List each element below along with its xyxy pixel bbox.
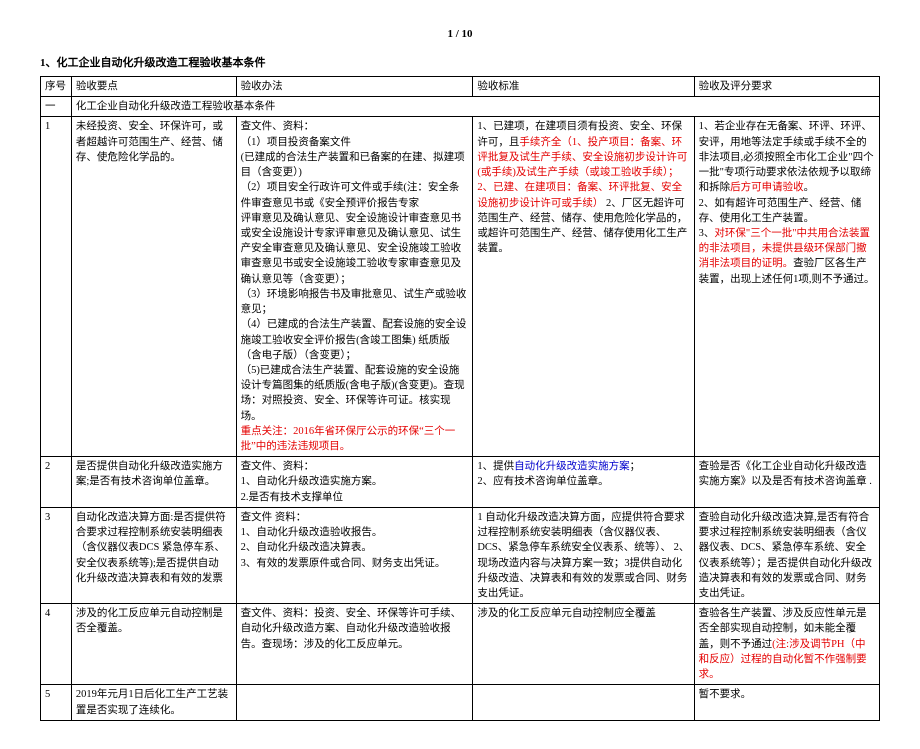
- col-seq: 序号: [41, 77, 72, 97]
- col-point: 验收要点: [71, 77, 236, 97]
- table-row: 1未经投资、安全、环保许可，或者超越许可范围生产、经营、储存、使危险化学品的。查…: [41, 117, 880, 457]
- cell-method: 查文件 资料：1、自动化升级改造验收报告。2、自动化升级改造决算表。3、有效的发…: [236, 507, 473, 603]
- cell-method: 查文件、资料：投资、安全、环保等许可手续、自动化升级改造方案、自动化升级改造验收…: [236, 604, 473, 685]
- cell-req: 查验自动化升级改造决算,是否有符合要求过程控制系统安装明细表（含仪器仪表、DCS…: [694, 507, 879, 603]
- cell-req: 1、若企业存在无备案、环评、环评、安评，用地等法定手续或手续不全的非法项目,必须…: [694, 117, 879, 457]
- section-row: 一 化工企业自动化升级改造工程验收基本条件: [41, 97, 880, 117]
- cell-seq: 3: [41, 507, 72, 603]
- cell-method: [236, 685, 473, 720]
- cell-seq: 2: [41, 457, 72, 508]
- cell-seq: 1: [41, 117, 72, 457]
- cell-point: 2019年元月1日后化工生产工艺装置是否实现了连续化。: [71, 685, 236, 720]
- table-row: 3自动化改造决算方面:是否提供符合要求过程控制系统安装明细表（含仪器仪表DCS …: [41, 507, 880, 603]
- inspection-table: 序号 验收要点 验收办法 验收标准 验收及评分要求 一 化工企业自动化升级改造工…: [40, 76, 880, 721]
- section-title: 化工企业自动化升级改造工程验收基本条件: [71, 97, 879, 117]
- cell-standard: 1、提供自动化升级改造实施方案；2、应有技术咨询单位盖章。: [473, 457, 694, 508]
- cell-method: 查文件、资料：1、自动化升级改造实施方案。2.是否有技术支撑单位: [236, 457, 473, 508]
- cell-req: 查验各生产装置、涉及反应性单元是否全部实现自动控制，如未能全覆盖，则不予通过(注…: [694, 604, 879, 685]
- table-row: 52019年元月1日后化工生产工艺装置是否实现了连续化。 暂不要求。: [41, 685, 880, 720]
- col-req: 验收及评分要求: [694, 77, 879, 97]
- header-row: 序号 验收要点 验收办法 验收标准 验收及评分要求: [41, 77, 880, 97]
- cell-req: 暂不要求。: [694, 685, 879, 720]
- cell-standard: 1 自动化升级改造决算方面，应提供符合要求过程控制系统安装明细表（含仪器仪表、D…: [473, 507, 694, 603]
- cell-standard: [473, 685, 694, 720]
- page-number: 1 / 10: [40, 28, 880, 40]
- cell-method: 查文件、资料：（1）项目投资备案文件(已建成的合法生产装置和已备案的在建、拟建项…: [236, 117, 473, 457]
- section-num: 一: [41, 97, 72, 117]
- cell-standard: 1、已建项，在建项目须有投资、安全、环保许可，且手续齐全（1、投产项目：备案、环…: [473, 117, 694, 457]
- cell-seq: 4: [41, 604, 72, 685]
- cell-req: 查验是否《化工企业自动化升级改造实施方案》以及是否有技术咨询盖章 .: [694, 457, 879, 508]
- cell-point: 是否提供自动化升级改造实施方案;是否有技术咨询单位盖章。: [71, 457, 236, 508]
- col-method: 验收办法: [236, 77, 473, 97]
- cell-point: 自动化改造决算方面:是否提供符合要求过程控制系统安装明细表（含仪器仪表DCS 紧…: [71, 507, 236, 603]
- table-row: 2是否提供自动化升级改造实施方案;是否有技术咨询单位盖章。查文件、资料：1、自动…: [41, 457, 880, 508]
- cell-point: 未经投资、安全、环保许可，或者超越许可范围生产、经营、储存、使危险化学品的。: [71, 117, 236, 457]
- doc-title: 1、化工企业自动化升级改造工程验收基本条件: [40, 54, 880, 70]
- table-row: 4涉及的化工反应单元自动控制是否全覆盖。查文件、资料：投资、安全、环保等许可手续…: [41, 604, 880, 685]
- cell-point: 涉及的化工反应单元自动控制是否全覆盖。: [71, 604, 236, 685]
- cell-seq: 5: [41, 685, 72, 720]
- col-standard: 验收标准: [473, 77, 694, 97]
- cell-standard: 涉及的化工反应单元自动控制应全覆盖: [473, 604, 694, 685]
